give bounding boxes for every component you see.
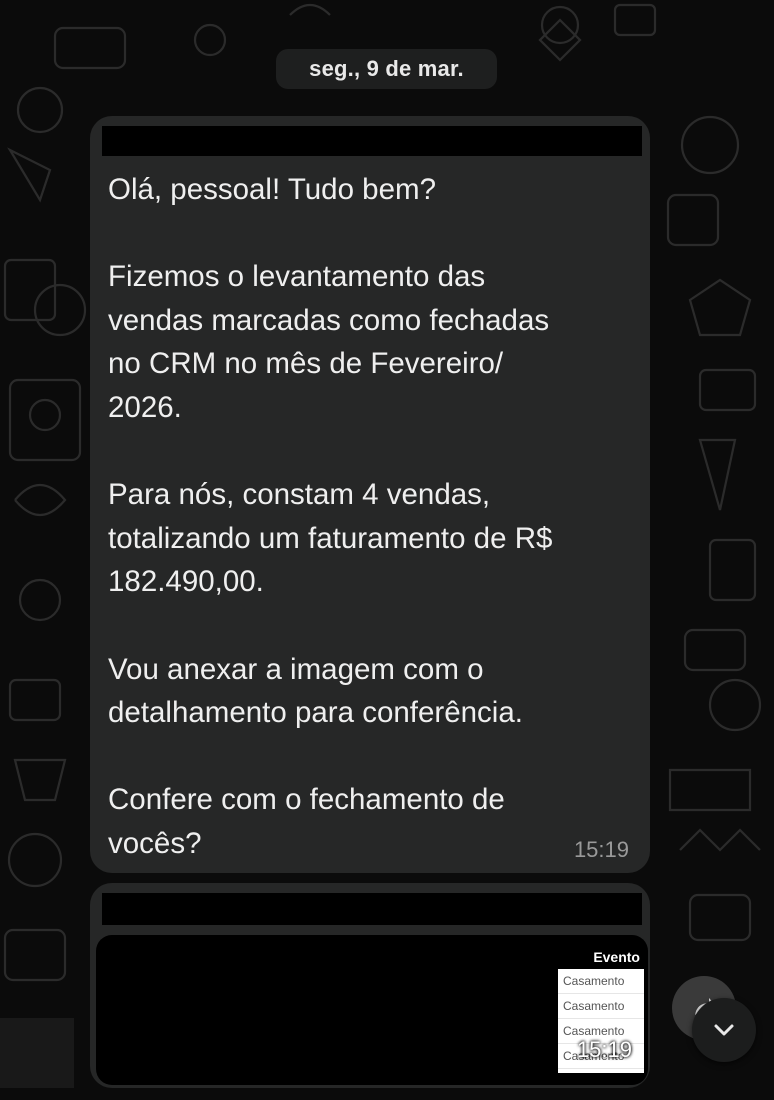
redacted-sender-bar [102,126,642,156]
thumbnail-row: Casamento [558,969,644,994]
date-separator: seg., 9 de mar. [276,49,497,89]
image-message-bubble[interactable]: Evento Casamento Casamento Casamento Cas… [90,883,650,1088]
thumbnail-column-header: Evento [558,947,644,969]
incoming-avatar-placeholder [0,1018,74,1088]
redacted-sender-bar [102,893,642,925]
image-attachment-preview[interactable]: Evento Casamento Casamento Casamento Cas… [96,935,648,1085]
message-bubble[interactable]: Olá, pessoal! Tudo bem? Fizemos o levant… [90,116,650,873]
scroll-to-bottom-button[interactable] [692,998,756,1062]
chevron-down-icon [714,1024,734,1036]
thumbnail-row: Casamento [558,994,644,1019]
image-timestamp: 15:19 [576,1037,632,1062]
message-timestamp: 15:19 [573,837,629,862]
message-text: Olá, pessoal! Tudo bem? Fizemos o levant… [108,173,553,860]
